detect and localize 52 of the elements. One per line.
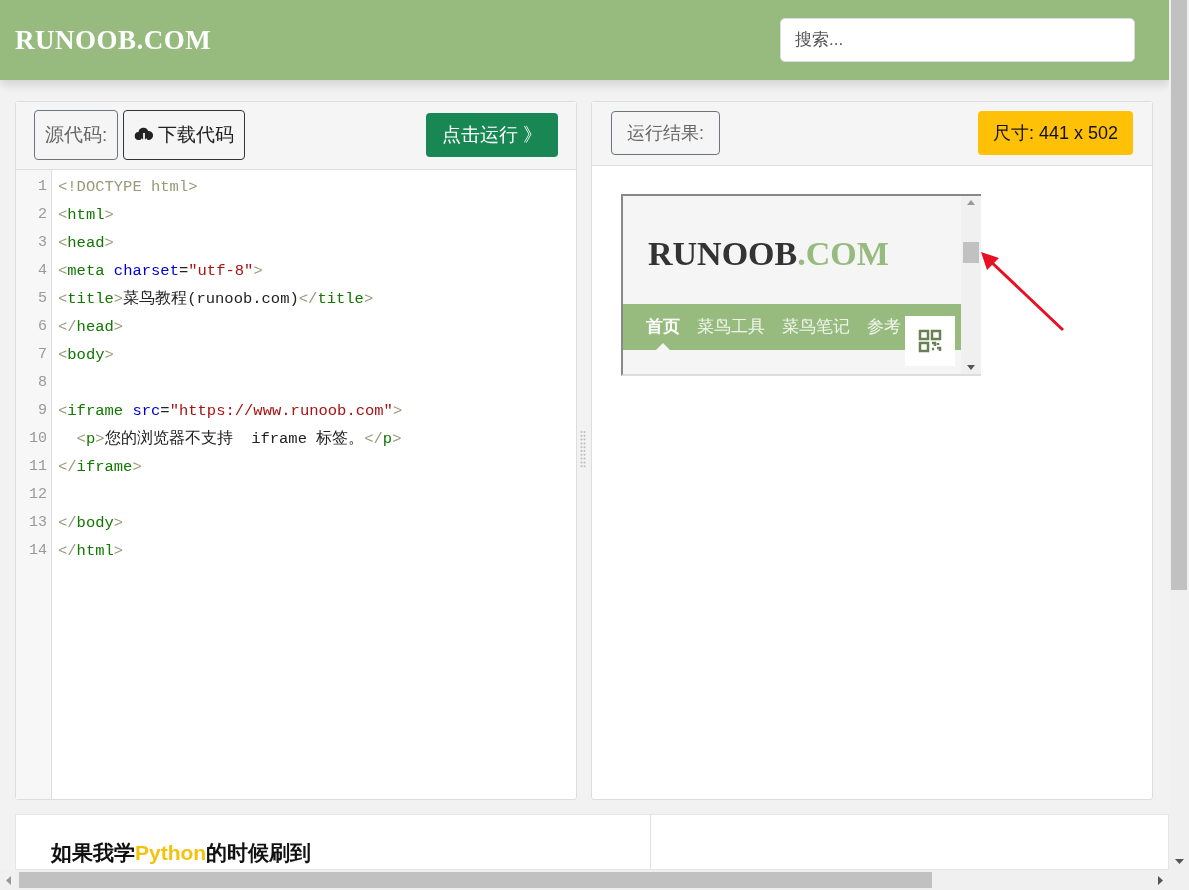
scroll-left-icon[interactable] <box>6 875 11 885</box>
scroll-thumb[interactable] <box>1171 0 1187 590</box>
preview-logo-accent: .COM <box>797 234 889 275</box>
drag-handle-icon <box>580 429 586 468</box>
scroll-right-icon[interactable] <box>1158 875 1163 885</box>
code-line: <p>您的浏览器不支持 iframe 标签。</p> <box>75 429 402 451</box>
qr-code-button[interactable] <box>905 315 955 366</box>
code-line: <head> <box>58 233 114 255</box>
line-number: 10 <box>29 429 47 450</box>
code-line: </html> <box>58 541 124 563</box>
preview-nav-item[interactable]: 菜鸟笔记 <box>782 303 850 350</box>
line-number: 14 <box>29 541 47 562</box>
code-line: </body> <box>58 513 124 535</box>
site-logo[interactable]: RUNOOB.COM <box>15 19 212 61</box>
line-number: 2 <box>38 205 47 226</box>
line-number: 8 <box>38 373 47 394</box>
banner-headline: 如果我学Python的时候刷到 <box>51 840 312 864</box>
code-line: <title>菜鸟教程(runoob.com)</title> <box>58 289 374 311</box>
download-button[interactable]: 下载代码 <box>123 110 246 161</box>
line-number: 5 <box>38 289 47 310</box>
scroll-thumb[interactable] <box>963 242 979 264</box>
code-line: </head> <box>58 317 124 339</box>
preview-nav-item[interactable]: 菜鸟工具 <box>697 303 765 350</box>
scroll-down-icon[interactable] <box>967 364 975 370</box>
preview-scrollbar[interactable] <box>961 195 981 374</box>
code-line: <html> <box>58 205 114 227</box>
line-number: 12 <box>29 485 47 506</box>
scroll-up-icon[interactable] <box>967 199 975 205</box>
scroll-down-icon[interactable] <box>1174 859 1184 864</box>
line-number: 4 <box>38 261 47 282</box>
line-number: 13 <box>29 513 47 534</box>
preview-nav-item[interactable]: 首页 <box>646 303 680 350</box>
code-line: <iframe src="https://www.runoob.com"> <box>58 401 403 423</box>
line-number: 3 <box>38 233 47 254</box>
line-number: 11 <box>29 457 47 478</box>
line-number: 9 <box>38 401 47 422</box>
run-button[interactable]: 点击运行 》 <box>425 113 558 158</box>
source-label: 源代码: <box>34 110 119 161</box>
preview-nav-item[interactable]: 参考 <box>867 303 901 350</box>
line-number: 7 <box>38 345 47 366</box>
code-line: </iframe> <box>58 457 142 479</box>
line-number: 6 <box>38 317 47 338</box>
code-line: <body> <box>58 345 114 367</box>
preview-logo: RUNOOB <box>648 234 798 275</box>
qr-code-icon <box>918 328 942 353</box>
search-field[interactable]: 搜索... <box>780 17 1135 62</box>
scroll-thumb[interactable] <box>19 872 932 888</box>
size-badge: 尺寸: 441 x 502 <box>977 111 1133 156</box>
result-label: 运行结果: <box>611 111 720 156</box>
code-line: <meta charset="utf-8"> <box>58 261 263 283</box>
code-line: <!DOCTYPE html> <box>58 177 198 199</box>
line-number: 1 <box>38 177 47 198</box>
